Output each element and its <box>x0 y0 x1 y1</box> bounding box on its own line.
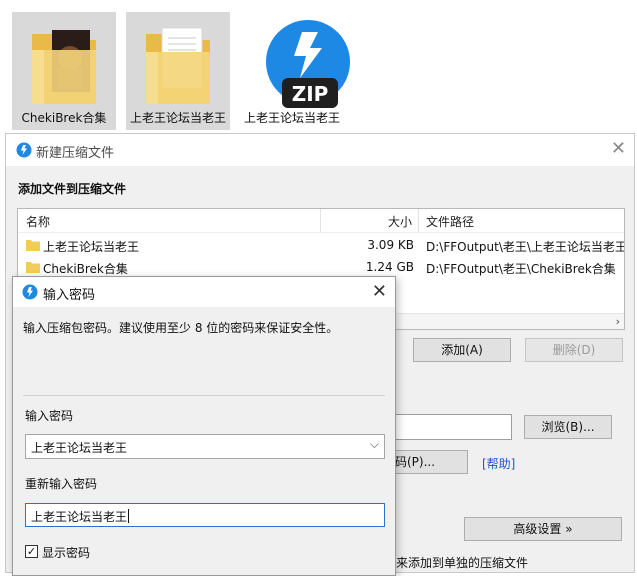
window-titlebar[interactable]: 新建压缩文件 ✕ <box>6 134 634 166</box>
folder-with-documents-icon <box>146 27 210 104</box>
chevron-down-icon[interactable]: ⌵ <box>370 437 379 452</box>
zip-badge-text: ZIP <box>292 82 329 106</box>
zip-archive-icon: ZIP <box>266 20 350 108</box>
file-size: 1.24 GB <box>365 260 414 274</box>
set-password-button[interactable]: 码(P)... <box>392 450 468 474</box>
browse-button[interactable]: 浏览(B)... <box>524 415 612 439</box>
help-link[interactable]: [帮助] <box>482 455 515 472</box>
file-path: D:\FFOutput\老王\ChekiBrek合集 <box>426 262 616 276</box>
divider <box>23 395 385 396</box>
confirm-password-input[interactable]: 上老王论坛当老王 <box>25 503 385 527</box>
password-value: 上老王论坛当老王 <box>31 441 128 455</box>
confirm-password-value: 上老王论坛当老王 <box>31 509 130 524</box>
folder-icon <box>26 262 40 273</box>
close-icon[interactable]: ✕ <box>611 140 626 158</box>
file-name: 上老王论坛当老王 <box>43 240 140 254</box>
show-password-label[interactable]: 显示密码 <box>42 544 90 561</box>
password-label: 输入密码 <box>25 409 74 423</box>
file-path: D:\FFOutput\老王\上老王论坛当老王 <box>426 240 624 254</box>
show-password-checkbox[interactable]: ✓ <box>25 545 38 558</box>
section-heading: 添加文件到压缩文件 <box>18 182 127 196</box>
close-icon[interactable]: ✕ <box>372 281 387 302</box>
column-header-path[interactable]: 文件路径 <box>426 213 474 230</box>
column-separator[interactable] <box>418 209 419 233</box>
advanced-settings-button[interactable]: 高级设置 » <box>464 517 622 541</box>
file-list-header: 名称 大小 文件路径 <box>18 209 624 233</box>
scroll-right-arrow-icon[interactable]: › <box>616 315 620 328</box>
desktop-icon-label: 上老王论坛当老王 <box>129 111 226 125</box>
dialog-titlebar[interactable]: 输入密码 ✕ <box>13 277 395 307</box>
desktop-icon-chekibrek-folder[interactable]: ChekiBrek合集 <box>12 12 116 130</box>
bandizip-logo-icon <box>16 142 32 158</box>
password-description: 输入压缩包密码。建议使用至少 8 位的密码来保证安全性。 <box>23 321 339 335</box>
column-header-size[interactable]: 大小 <box>388 213 412 230</box>
folder-icon <box>26 240 40 251</box>
desktop-icon-label: ChekiBrek合集 <box>21 111 107 125</box>
desktop-icon-laowang-folder[interactable]: 上老王论坛当老王 <box>126 12 230 130</box>
confirm-password-label: 重新输入密码 <box>25 477 98 491</box>
desktop-icon-label: 上老王论坛当老王 <box>243 111 340 125</box>
bandizip-logo-icon <box>22 284 38 300</box>
password-dialog: 输入密码 ✕ 输入压缩包密码。建议使用至少 8 位的密码来保证安全性。 输入密码… <box>12 276 396 576</box>
file-size: 3.09 KB <box>367 238 414 252</box>
file-name: ChekiBrek合集 <box>43 262 128 276</box>
column-header-name[interactable]: 名称 <box>26 213 50 230</box>
file-row[interactable]: 上老王论坛当老王 3.09 KB D:\FFOutput\老王\上老王论坛当老王 <box>18 235 624 257</box>
delete-button[interactable]: 删除(D) <box>525 338 623 362</box>
desktop-icon-laowang-zip[interactable]: ZIP 上老王论坛当老王 <box>240 12 350 130</box>
password-combobox[interactable]: 上老王论坛当老王 ⌵ <box>25 434 385 459</box>
dialog-title: 输入密码 <box>43 288 96 303</box>
column-separator[interactable] <box>320 209 321 233</box>
separate-archive-option-label[interactable]: 来添加到单独的压缩文件 <box>396 554 528 571</box>
folder-with-photo-icon <box>32 30 96 104</box>
text-caret <box>128 509 130 523</box>
window-title: 新建压缩文件 <box>36 146 115 161</box>
archive-path-input[interactable] <box>392 414 512 440</box>
add-button[interactable]: 添加(A) <box>413 338 511 362</box>
dialog-body: 输入压缩包密码。建议使用至少 8 位的密码来保证安全性。 输入密码 上老王论坛当… <box>13 307 395 575</box>
